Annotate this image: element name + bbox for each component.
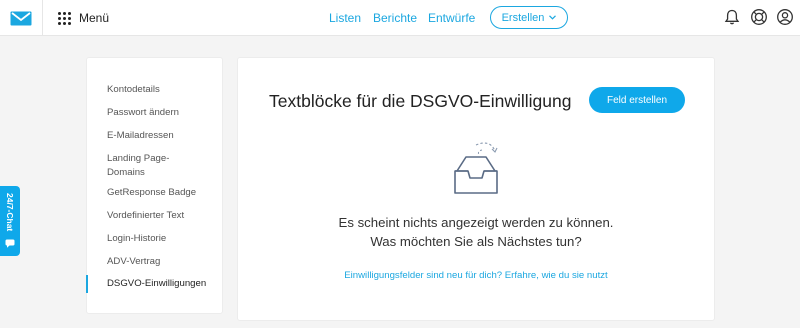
sidebar-item-passwort[interactable]: Passwort ändern [87,106,224,120]
top-bar: Menü Listen Berichte Entwürfe Erstellen [0,0,800,36]
consent-fields-help-link[interactable]: Einwilligungsfelder sind neu für dich? E… [238,270,714,281]
empty-state-line-2: Was möchten Sie als Nächstes tun? [370,234,582,249]
logo[interactable] [0,0,43,36]
settings-sidebar: Kontodetails Passwort ändern E-Mailadres… [86,57,223,314]
create-field-button[interactable]: Feld erstellen [589,87,685,113]
nav-link-listen[interactable]: Listen [329,11,361,25]
chat-tab-label: 24/7-Chat [5,193,15,232]
sidebar-item-kontodetails[interactable]: Kontodetails [87,83,224,97]
menu-button[interactable]: Menü [58,0,109,36]
empty-tray-icon [454,142,498,194]
bell-icon[interactable] [723,8,741,26]
sidebar-item-vordefinierter-text[interactable]: Vordefinierter Text [87,209,224,223]
sidebar-item-login-historie[interactable]: Login-Historie [87,232,224,246]
envelope-icon [10,11,32,25]
menu-label: Menü [79,11,110,25]
user-icon[interactable] [776,8,794,26]
create-button-label: Erstellen [501,11,545,24]
empty-state-line-1: Es scheint nichts angezeigt werden zu kö… [338,215,614,230]
nav-link-entwuerfe[interactable]: Entwürfe [428,11,475,25]
sidebar-item-landing-page-domains[interactable]: Landing Page- Domains [87,152,224,180]
sidebar-item-adv-vertrag[interactable]: ADV-Vertrag [87,255,224,269]
grid-dots-icon [58,11,71,25]
create-button[interactable]: Erstellen [490,6,568,29]
chat-bubble-icon [5,239,15,248]
nav-link-berichte[interactable]: Berichte [373,11,417,25]
page-title: Textblöcke für die DSGVO-Einwilligung [269,91,572,111]
chat-tab[interactable]: 24/7-Chat [0,186,20,256]
lifebuoy-icon[interactable] [750,8,768,26]
sidebar-item-e-mailadressen[interactable]: E-Mailadressen [87,129,224,143]
main-panel: Textblöcke für die DSGVO-Einwilligung Fe… [237,57,715,321]
sidebar-item-dsgvo-einwilligungen[interactable]: DSGVO-Einwilligungen [86,275,224,293]
sidebar-item-getresponse-badge[interactable]: GetResponse Badge [87,186,224,200]
chevron-down-icon [549,15,557,20]
